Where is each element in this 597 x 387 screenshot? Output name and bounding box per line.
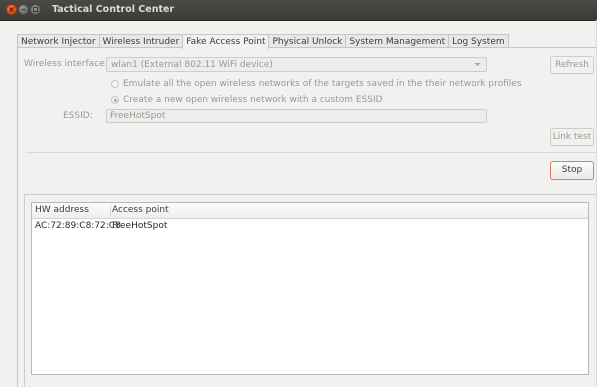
- cell-access-point: FreeHotSpot: [112, 221, 168, 231]
- tab-wireless-intruder[interactable]: Wireless Intruder: [98, 34, 184, 48]
- main-window: Tactical Control Center Network Injector…: [0, 0, 597, 387]
- tab-system-management[interactable]: System Management: [345, 34, 450, 48]
- emulate-networks-radio[interactable]: [111, 80, 119, 88]
- maximize-icon: [33, 7, 38, 12]
- essid-input[interactable]: FreeHotSpot: [106, 109, 487, 123]
- maximize-window-button[interactable]: [30, 4, 41, 15]
- create-network-label: Create a new open wireless network with …: [123, 95, 383, 105]
- clients-table[interactable]: HW address Access point AC:72:89:C8:72:C…: [31, 202, 589, 375]
- tab-log-system[interactable]: Log System: [448, 34, 509, 48]
- chevron-down-icon: [474, 63, 481, 66]
- emulate-networks-label: Emulate all the open wireless networks o…: [123, 79, 522, 89]
- wireless-interface-label: Wireless interface:: [24, 59, 108, 69]
- minimize-icon: [21, 8, 26, 11]
- wireless-interface-select[interactable]: wlan1 (External 802.11 WiFi device): [106, 57, 487, 72]
- refresh-button[interactable]: Refresh: [550, 56, 594, 74]
- stop-button[interactable]: Stop: [550, 161, 594, 180]
- tab-fake-access-point[interactable]: Fake Access Point: [182, 34, 270, 49]
- close-window-button[interactable]: [6, 4, 17, 15]
- radio-selected-dot: [114, 99, 117, 102]
- title-bar[interactable]: Tactical Control Center: [0, 0, 597, 21]
- tab-bar: Network Injector Wireless Intruder Fake …: [17, 34, 509, 49]
- link-test-button[interactable]: Link test: [550, 128, 594, 146]
- window-title: Tactical Control Center: [52, 4, 175, 15]
- separator: [26, 152, 597, 153]
- column-header-hw-address[interactable]: HW address: [35, 203, 89, 218]
- create-network-radio[interactable]: [111, 96, 119, 104]
- close-icon: [9, 7, 14, 12]
- table-header: HW address Access point: [32, 203, 588, 219]
- column-divider: [110, 205, 111, 216]
- column-header-access-point[interactable]: Access point: [112, 203, 169, 218]
- essid-label: ESSID:: [63, 111, 93, 121]
- wireless-interface-value: wlan1 (External 802.11 WiFi device): [111, 60, 273, 70]
- tab-physical-unlock[interactable]: Physical Unlock: [268, 34, 347, 48]
- tab-network-injector[interactable]: Network Injector: [17, 34, 100, 48]
- table-row[interactable]: AC:72:89:C8:72:C8 FreeHotSpot: [32, 219, 588, 233]
- minimize-window-button[interactable]: [18, 4, 29, 15]
- essid-value: FreeHotSpot: [110, 111, 166, 121]
- cell-hw-address: AC:72:89:C8:72:C8: [35, 221, 121, 231]
